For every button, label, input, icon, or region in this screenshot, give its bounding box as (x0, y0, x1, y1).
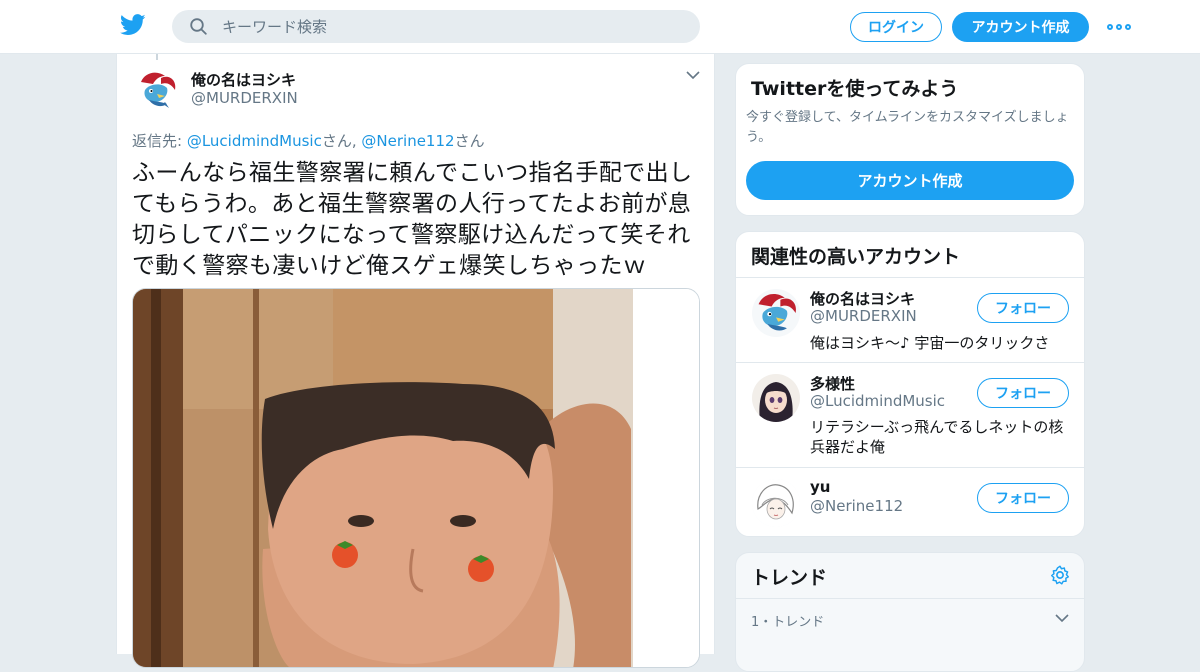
reply-context: 返信先: @LucidmindMusicさん, @Nerine112さん (132, 130, 485, 151)
account-handle[interactable]: @MURDERXIN (810, 307, 917, 325)
account-handle[interactable]: @LucidmindMusic (810, 392, 945, 410)
related-accounts-title: 関連性の高いアカウント (751, 246, 961, 268)
tweet-panel: 俺の名はヨシキ @MURDERXIN 返信先: @LucidmindMusicさ… (116, 54, 715, 668)
signup-card-button[interactable]: アカウント作成 (746, 161, 1074, 200)
account-avatar[interactable] (752, 374, 800, 422)
account-name[interactable]: 俺の名はヨシキ (810, 288, 915, 309)
reply-user-link[interactable]: @Nerine112 (361, 132, 454, 150)
top-nav-bar: ログイン アカウント作成 (0, 0, 1200, 54)
tweet-author-handle[interactable]: @MURDERXIN (191, 89, 298, 107)
account-row[interactable]: yu @Nerine112 フォロー (736, 467, 1084, 536)
tweet-author-name[interactable]: 俺の名はヨシキ (191, 69, 296, 90)
gear-icon[interactable] (1049, 564, 1071, 586)
signup-prompt-card: Twitterを使ってみよう 今すぐ登録して、タイムラインをカスタマイズしましょ… (735, 63, 1085, 216)
trend-rank-meta: 1・トレンド (751, 615, 825, 630)
chevron-down-icon[interactable] (686, 70, 700, 80)
signup-button[interactable]: アカウント作成 (952, 12, 1089, 42)
related-accounts-card: 関連性の高いアカウント 俺の名はヨシキ @MURDERXIN 俺はヨシキ～♪ 宇… (735, 231, 1085, 537)
follow-button[interactable]: フォロー (977, 378, 1069, 408)
reply-prefix: 返信先: (132, 132, 187, 150)
more-options-icon[interactable] (1107, 21, 1131, 33)
trends-title: トレンド (751, 567, 828, 589)
reply-user-link[interactable]: @LucidmindMusic (187, 132, 322, 150)
signup-card-subtitle: 今すぐ登録して、タイムラインをカスタマイズしましょう。 (746, 110, 1069, 145)
account-avatar[interactable] (752, 479, 800, 527)
account-handle[interactable]: @Nerine112 (810, 497, 903, 515)
account-row[interactable]: 俺の名はヨシキ @MURDERXIN 俺はヨシキ～♪ 宇宙一のタリックさ フォロ… (736, 277, 1084, 362)
login-button[interactable]: ログイン (850, 12, 942, 42)
search-icon (190, 18, 207, 35)
follow-button[interactable]: フォロー (977, 293, 1069, 323)
reply-suffix: さん (454, 132, 485, 150)
chevron-down-icon[interactable] (1055, 613, 1069, 623)
follow-button[interactable]: フォロー (977, 483, 1069, 513)
trends-card: トレンド 1・トレンド (735, 552, 1085, 672)
account-avatar[interactable] (752, 289, 800, 337)
signup-card-title: Twitterを使ってみよう (751, 78, 959, 100)
reply-suffix: さん, (321, 132, 362, 150)
account-bio: 俺はヨシキ～♪ 宇宙一のタリックさ (810, 334, 1050, 352)
tweet-author-avatar[interactable] (135, 68, 179, 112)
account-bio: リテラシーぶっ飛んでるしネットの核兵器だよ俺 (810, 418, 1064, 456)
trends-divider (736, 598, 1084, 599)
search-input[interactable] (222, 10, 682, 43)
account-row[interactable]: 多様性 @LucidmindMusic リテラシーぶっ飛んでるしネットの核兵器だ… (736, 362, 1084, 467)
account-name[interactable]: yu (810, 478, 830, 496)
twitter-bird-icon[interactable] (120, 14, 146, 36)
thread-connector-line (156, 54, 158, 60)
account-name[interactable]: 多様性 (810, 373, 855, 394)
tweet-text: ふーんなら福生警察署に頼んでこいつ指名手配で出してもらうわ。あと福生警察署の人行… (132, 160, 693, 279)
search-box[interactable] (172, 10, 700, 43)
tweet-photo[interactable] (132, 288, 700, 668)
